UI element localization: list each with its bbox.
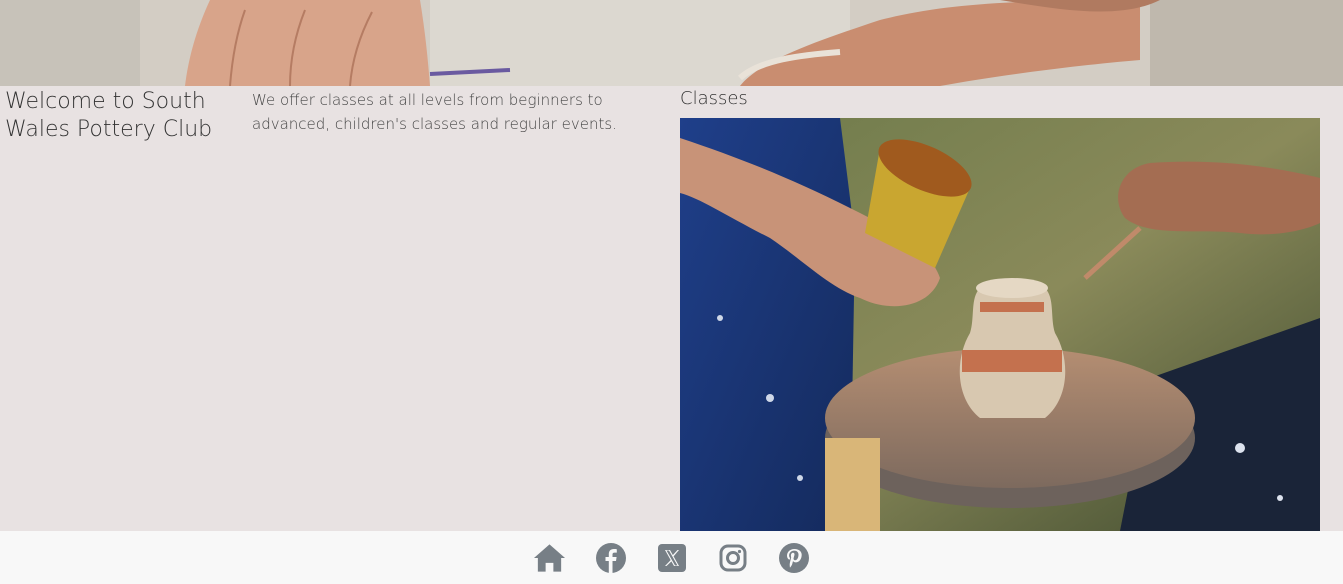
classes-photo [680, 118, 1320, 531]
pottery-wheel-image [680, 118, 1320, 531]
pinterest-icon [778, 542, 809, 573]
main-content: Welcome to South Wales Pottery Club We o… [0, 86, 1343, 531]
instagram-icon [719, 544, 746, 571]
facebook-link[interactable] [594, 541, 627, 574]
classes-heading: Classes [680, 88, 748, 109]
home-link[interactable] [533, 541, 566, 574]
home-icon [533, 543, 566, 572]
hero-banner [0, 0, 1343, 86]
x-twitter-icon [657, 543, 686, 572]
intro-text: We offer classes at all levels from begi… [252, 91, 617, 133]
facebook-icon [595, 542, 626, 573]
social-footer [0, 531, 1343, 584]
hero-image [0, 0, 1343, 86]
welcome-heading: Welcome to South Wales Pottery Club [5, 89, 213, 142]
instagram-link[interactable] [716, 541, 749, 574]
x-twitter-link[interactable] [655, 541, 688, 574]
pinterest-link[interactable] [777, 541, 810, 574]
